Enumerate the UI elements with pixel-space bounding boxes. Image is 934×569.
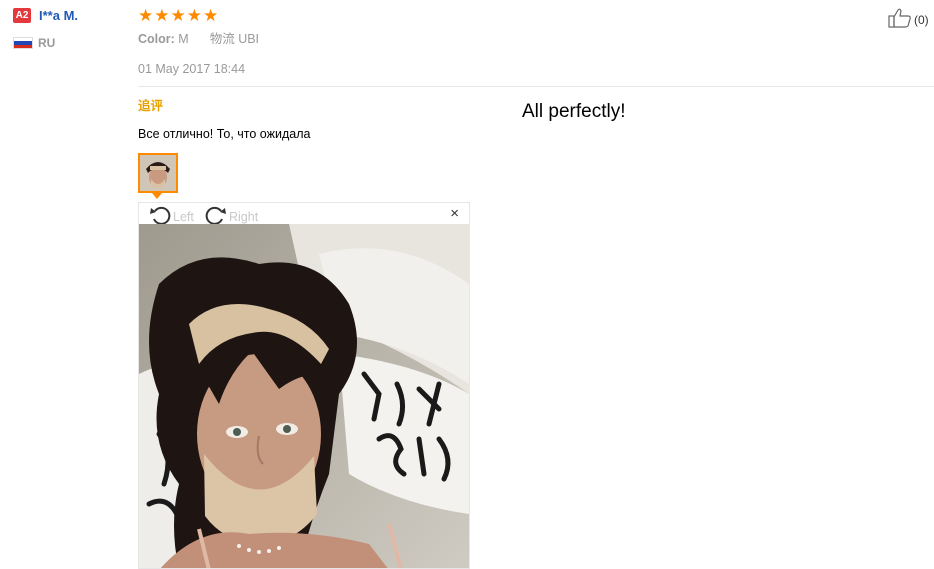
reviewer-name[interactable]: I**a M. [39, 8, 78, 24]
star-rating: ★ ★ ★ ★ ★ [138, 7, 218, 25]
review-photo-thumbnail[interactable] [138, 153, 178, 193]
logistics-label: 物流 [209, 32, 235, 46]
helpful-button[interactable]: (0) [888, 8, 929, 31]
color-label: Color: [138, 32, 175, 46]
level-badge: A2 [13, 8, 31, 23]
thumbs-up-icon[interactable] [888, 8, 912, 31]
russia-flag-icon [13, 37, 33, 49]
divider [138, 86, 934, 87]
close-icon[interactable]: × [450, 206, 459, 222]
color-value: M [178, 32, 189, 46]
rotate-right-label[interactable]: Right [229, 210, 258, 224]
star-icon: ★ [203, 6, 219, 25]
thumbnail-pointer [152, 193, 162, 199]
star-icon: ★ [154, 6, 170, 25]
viewer-toolbar: Left Right × [139, 203, 469, 225]
reviewer-country: RU [38, 36, 56, 50]
star-icon: ★ [170, 6, 186, 25]
star-icon: ★ [138, 6, 154, 25]
followup-title: 追评 [138, 99, 164, 113]
translated-text: All perfectly! [522, 101, 626, 122]
logistics-value: UBI [238, 32, 260, 46]
helpful-count: (0) [914, 12, 929, 27]
review-date: 01 May 2017 18:44 [138, 62, 246, 76]
order-info: Color: M 物流 UBI [138, 31, 259, 47]
review-photo [139, 224, 469, 568]
star-icon: ★ [186, 6, 202, 25]
image-viewer: Left Right × [138, 202, 470, 569]
rotate-left-label[interactable]: Left [173, 210, 194, 224]
reviewer-panel: A2 I**a M. RU [0, 0, 128, 569]
followup-text: Все отлично! То, что ожидала [138, 127, 311, 141]
